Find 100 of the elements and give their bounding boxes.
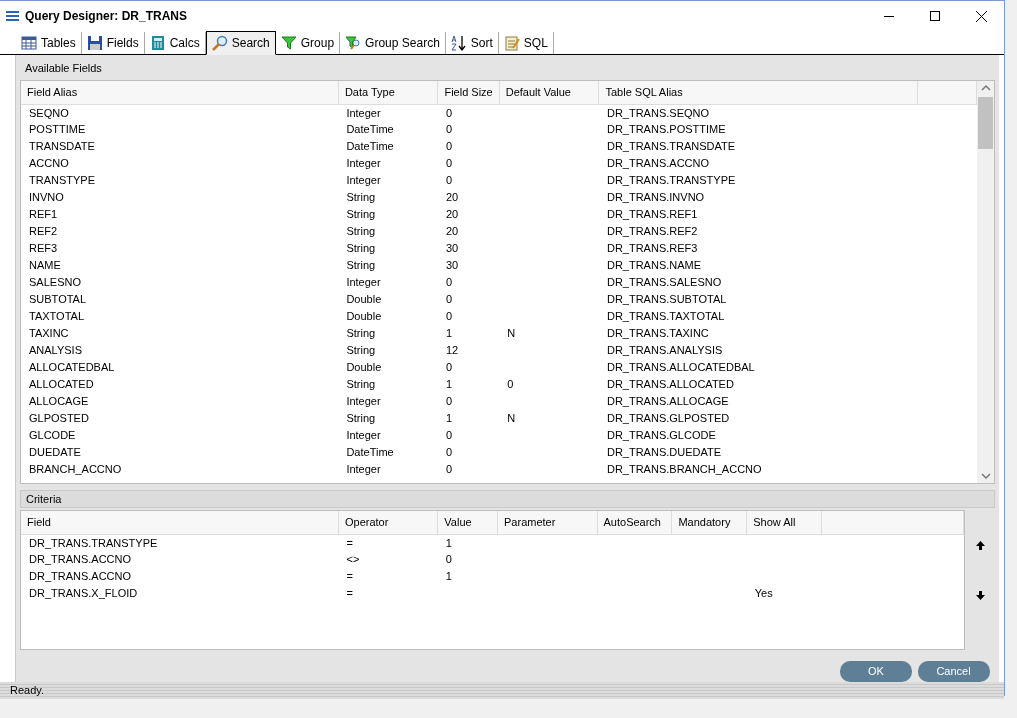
table-cell-text: SUBTOTAL xyxy=(28,292,88,308)
column-header[interactable]: Show All xyxy=(746,511,822,534)
section-title: Criteria xyxy=(20,490,995,508)
sort-icon xyxy=(450,35,467,51)
table-cell-text: 0 xyxy=(444,445,454,461)
table-cell-text: DR_TRANS.ALLOCAGE xyxy=(605,394,730,410)
table-cell-text: DR_TRANS.ANALYSIS xyxy=(605,343,724,359)
table-cell-text: DateTime xyxy=(345,122,395,138)
table-icon xyxy=(21,35,37,51)
column-header[interactable]: Value xyxy=(437,511,498,534)
funnel-icon xyxy=(280,35,297,51)
table-cell-text: N xyxy=(506,326,517,342)
table-cell: 0 xyxy=(437,104,500,121)
table-cell-text: DR_TRANS.TAXINC xyxy=(605,326,710,342)
table-cell-text: DR_TRANS.REF2 xyxy=(605,224,699,240)
table-cell: DR_TRANS.SEQNO xyxy=(598,104,918,121)
maximize-icon xyxy=(930,11,940,21)
table-cell-text: DR_TRANS.INVNO xyxy=(605,190,706,206)
scrollbar-thumb[interactable] xyxy=(978,97,994,149)
table-cell-text: Integer xyxy=(345,428,382,444)
table-cell-text: GLPOSTED xyxy=(28,411,90,427)
table-cell-text: DR_TRANS.TRANSDATE xyxy=(605,139,737,155)
table-cell-text: 0 xyxy=(444,462,454,478)
table-cell-text: DR_TRANS.ACCNO xyxy=(605,156,711,172)
minimize-icon xyxy=(884,15,894,17)
table-cell: Integer xyxy=(338,104,438,121)
table-cell-text: ALLOCAGE xyxy=(28,394,90,410)
table-cell-text: 20 xyxy=(444,190,460,206)
notepad-icon xyxy=(503,35,520,51)
table-cell-text: DR_TRANS.DUEDATE xyxy=(605,445,723,461)
table-cell-text: DR_TRANS.ACCNO xyxy=(28,569,133,585)
window-title: Query Designer: DR_TRANS xyxy=(25,8,188,25)
column-header[interactable]: AutoSearch xyxy=(597,511,672,534)
table-cell-text: 20 xyxy=(444,224,460,240)
table-cell-text: Integer xyxy=(345,156,382,172)
table-cell-text: 30 xyxy=(444,241,460,257)
table-cell-text: 20 xyxy=(444,207,460,223)
tab[interactable]: Search xyxy=(205,31,276,55)
table-cell-text: String xyxy=(345,411,377,427)
table-cell-text: Yes xyxy=(753,586,774,602)
table-cell-text: REF1 xyxy=(28,207,59,223)
table-cell-text: Double xyxy=(345,360,383,376)
table-cell-text: DR_TRANS.NAME xyxy=(605,258,703,274)
table-cell-text: Double xyxy=(345,309,383,325)
table-cell-text: POSTTIME xyxy=(28,122,87,138)
close-icon xyxy=(975,10,987,22)
table-cell-text: = xyxy=(345,569,354,585)
move-up-icon[interactable] xyxy=(975,540,985,550)
table-cell-text: DR_TRANS.GLCODE xyxy=(605,428,717,444)
column-header[interactable]: Table SQL Alias xyxy=(598,81,918,104)
column-header[interactable]: Field Size xyxy=(437,81,500,104)
table-cell-text: 12 xyxy=(444,343,460,359)
table-cell-text: 0 xyxy=(506,377,515,393)
table-cell-text: DUEDATE xyxy=(28,445,82,461)
table-cell-text: 0 xyxy=(444,428,454,444)
column-header[interactable]: Field xyxy=(21,511,339,534)
table-cell-text: Integer xyxy=(345,462,382,478)
table-cell-text: DR_TRANS.SUBTOTAL xyxy=(605,292,728,308)
table-cell-text: 0 xyxy=(444,394,454,410)
column-header[interactable]: Parameter xyxy=(497,511,597,534)
table-cell-text: String xyxy=(345,224,377,240)
column-header[interactable]: Operator xyxy=(338,511,438,534)
table-cell-text: DR_TRANS.REF1 xyxy=(605,207,699,223)
table-cell-text: 0 xyxy=(444,360,454,376)
table-cell-text: ALLOCATED xyxy=(28,377,95,393)
table-cell-text: TAXTOTAL xyxy=(28,309,85,325)
table-cell: SEQNO xyxy=(21,104,339,121)
table-cell-text: NAME xyxy=(28,258,62,274)
table-cell-text: DR_TRANS.TAXTOTAL xyxy=(605,309,726,325)
calculator-icon xyxy=(149,35,166,51)
search-icon xyxy=(211,35,228,51)
column-header[interactable]: Default Value xyxy=(499,81,599,104)
table-cell-text: INVNO xyxy=(28,190,65,206)
table-cell-text: REF2 xyxy=(28,224,59,240)
move-down-icon[interactable] xyxy=(975,590,985,600)
table-cell-text: Integer xyxy=(345,173,382,189)
table-cell-text: Integer xyxy=(345,275,382,291)
table-cell-text: DR_TRANS.ALLOCATED xyxy=(605,377,735,393)
table-cell-text: 0 xyxy=(444,139,454,155)
table-cell-text: 1 xyxy=(444,411,454,427)
dialog-button[interactable]: OK xyxy=(840,661,912,682)
table-cell-text: DR_TRANS.BRANCH_ACCNO xyxy=(605,462,763,478)
table-cell-text: 0 xyxy=(444,122,454,138)
table-cell-text: 0 xyxy=(444,156,454,172)
table-cell-text: = xyxy=(345,586,354,602)
menu-icon[interactable] xyxy=(6,11,19,21)
table-cell-text: <> xyxy=(345,552,361,568)
table-cell: 1 xyxy=(437,534,498,551)
scrollbar[interactable] xyxy=(977,81,994,483)
table-cell-text: DR_TRANS.REF3 xyxy=(605,241,699,257)
dialog-button[interactable]: Cancel xyxy=(917,661,990,682)
column-header[interactable]: Mandatory xyxy=(671,511,747,534)
table-cell-text: DR_TRANS.ALLOCATEDBAL xyxy=(605,360,756,376)
table-cell-text: N xyxy=(506,411,517,427)
table-cell-text: DR_TRANS.GLPOSTED xyxy=(605,411,731,427)
column-header[interactable]: Data Type xyxy=(338,81,438,104)
table-cell-text: 0 xyxy=(444,309,454,325)
table-cell-text: DR_TRANS.X_FLOID xyxy=(28,586,139,602)
table-cell-text: ANALYSIS xyxy=(28,343,83,359)
column-header[interactable]: Field Alias xyxy=(21,81,339,104)
